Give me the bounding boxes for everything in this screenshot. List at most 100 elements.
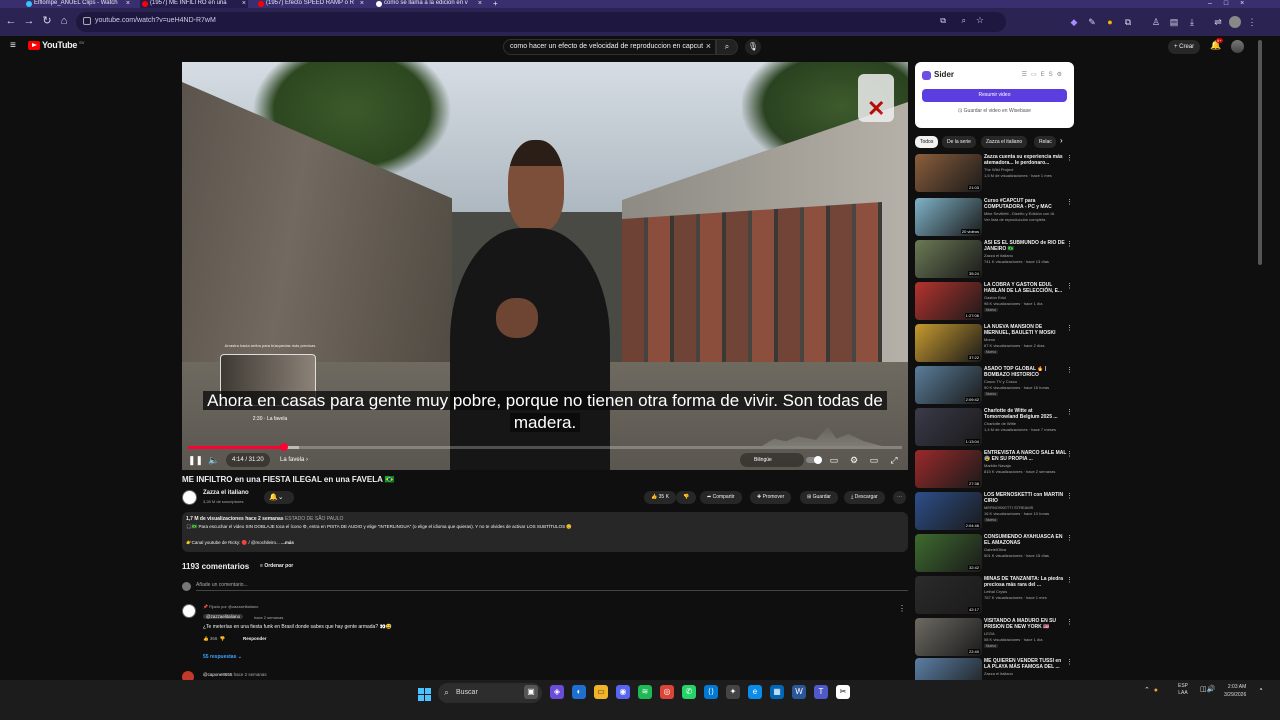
comment-avatar[interactable]	[182, 604, 196, 618]
close-icon[interactable]: ×	[126, 0, 130, 7]
chapter-title[interactable]: La favela ›	[274, 453, 314, 467]
more-options-icon[interactable]: ⋮	[1066, 408, 1073, 416]
recommendation-channel[interactable]: GabrielOliva	[984, 547, 1068, 552]
youtube-logo[interactable]: YouTube SV	[28, 40, 84, 50]
recommendation-channel[interactable]: Zazza el italiano	[984, 671, 1068, 676]
extension-icon[interactable]: ◆	[1068, 16, 1080, 28]
window-controls[interactable]: –□×	[1208, 0, 1278, 8]
recommendation-channel[interactable]: Zazza el italiano	[984, 253, 1068, 258]
video-thumbnail[interactable]: 35:24	[915, 240, 982, 278]
install-icon[interactable]: ⧉	[940, 16, 946, 26]
teams-icon[interactable]: T	[814, 685, 828, 699]
recommendation-item[interactable]: 42:17 MINAS DE TANZANITA: La piedra preci…	[915, 576, 1075, 616]
notification-center-icon[interactable]: ◔	[1258, 685, 1263, 694]
recommendation-channel[interactable]: The Wild Project	[984, 167, 1068, 172]
video-thumbnail[interactable]: 22:40	[915, 618, 982, 656]
download-button[interactable]: ⤓ Descargar	[844, 491, 885, 504]
subtitles-icon[interactable]: ▭	[828, 453, 840, 467]
recommendation-channel[interactable]: Coscu TV y Coscu	[984, 379, 1068, 384]
recommendation-item[interactable]: 22:40 VISITANDO A MADURO EN SU PRISION DE…	[915, 618, 1075, 658]
chip-all[interactable]: Todos	[915, 136, 939, 148]
sort-comments-button[interactable]: ≡ Ordenar por	[260, 563, 293, 569]
view-replies-button[interactable]: 55 respuestas ⌄	[203, 654, 242, 660]
recommendation-item[interactable]: 2:04:46 LOS MERNOSKETTI con MARTIN CIRIO M…	[915, 492, 1075, 532]
recommendation-channel[interactable]: Markito Navaja	[984, 463, 1068, 468]
vscode-icon[interactable]: ⟨⟩	[704, 685, 718, 699]
browser-tab[interactable]: Elflompe_ANUEL Clips - Watch ×	[24, 0, 132, 8]
save-to-wisebase-button[interactable]: ⊡ Guardar el video en Wisebase	[922, 108, 1067, 114]
close-icon[interactable]: ×	[242, 0, 246, 7]
like-button[interactable]: 👍 35 K	[644, 491, 676, 504]
recommendation-item[interactable]: 20 videos Curso #CAPCUT para COMPUTADORA …	[915, 198, 1075, 238]
file-explorer-icon[interactable]: ▭	[594, 685, 608, 699]
video-thumbnail[interactable]: 2:09:42	[915, 366, 982, 404]
address-bar[interactable]: youtube.com/watch?v=ueH4ND-R7wM ⧉ ⌕ ☆	[76, 12, 1006, 32]
video-thumbnail[interactable]: 2:04:46	[915, 492, 982, 530]
menu-kebab-icon[interactable]: ⋮	[1246, 16, 1258, 28]
settings-gear-icon[interactable]: ⚙	[848, 453, 860, 467]
browser-tab[interactable]: (1957) Efecto SPEED RAMP o R ×	[256, 0, 366, 8]
pencil-icon[interactable]: ✎	[1086, 16, 1098, 28]
voice-search-icon[interactable]: 🎙	[745, 39, 761, 55]
network-volume-icons[interactable]: ◫🔊	[1200, 685, 1215, 693]
video-thumbnail[interactable]: 1:27:06	[915, 282, 982, 320]
comment-like-button[interactable]: 👍 366 👎	[203, 636, 225, 642]
more-options-icon[interactable]: ⋮	[1066, 198, 1073, 206]
more-options-icon[interactable]: ⋮	[1066, 450, 1073, 458]
recommendation-channel[interactable]: MERNOSKETTI STREAMS	[984, 505, 1068, 510]
app-icon[interactable]: ◈	[550, 685, 564, 699]
summarize-video-button[interactable]: Resumir video	[922, 89, 1067, 102]
reload-icon[interactable]: ↻	[40, 14, 54, 28]
show-more-link[interactable]: ...más	[281, 540, 294, 545]
more-options-icon[interactable]: ⋮	[1066, 240, 1073, 248]
channel-watermark-logo[interactable]: ✕	[858, 74, 894, 122]
zoom-icon[interactable]: ⌕	[962, 16, 966, 26]
more-options-icon[interactable]: ⋮	[1066, 366, 1073, 374]
add-comment-input[interactable]: Añade un comentario...	[196, 582, 908, 591]
whatsapp-icon[interactable]: ✆	[682, 685, 696, 699]
recommendation-channel[interactable]: Charlotte de Witte	[984, 421, 1068, 426]
pause-icon[interactable]: ❚❚	[188, 453, 203, 467]
more-options-icon[interactable]: ⋮	[1066, 618, 1073, 626]
theater-mode-icon[interactable]: ▭	[868, 453, 880, 467]
tab-search-icon[interactable]: ▤	[1168, 16, 1180, 28]
more-options-icon[interactable]: ⋮	[1066, 282, 1073, 290]
sider-toolbar-icons[interactable]: ☰▭ES⚙	[1022, 71, 1066, 78]
chip-related[interactable]: Relac	[1034, 136, 1056, 148]
recommendation-item[interactable]: 35:24 ASÍ ES EL SUBMUNDO de RIO DE JANEIR…	[915, 240, 1075, 280]
comment-author[interactable]: @capone8655 hace 2 semanas	[203, 672, 267, 677]
app-icon[interactable]: ▦	[770, 685, 784, 699]
video-thumbnail[interactable]: 37:22	[915, 324, 982, 362]
hamburger-menu-icon[interactable]: ≡	[10, 40, 16, 51]
recommendation-item[interactable]: 27:38 ENTREVISTA A NARCO SALE MAL 😰 EN SU…	[915, 450, 1075, 490]
chip-channel[interactable]: Zazza el italiano	[981, 136, 1028, 148]
back-icon[interactable]: ←	[4, 14, 18, 28]
channel-avatar[interactable]	[182, 490, 197, 505]
search-button[interactable]: ⌕	[716, 39, 738, 55]
extension-icon[interactable]: ●	[1104, 16, 1116, 28]
profile-icon[interactable]: ♙	[1150, 16, 1162, 28]
windows-start-icon[interactable]	[418, 688, 432, 702]
more-options-icon[interactable]: ⋮	[1066, 324, 1073, 332]
word-icon[interactable]: W	[792, 685, 806, 699]
site-info-icon[interactable]	[83, 17, 91, 25]
task-view-icon[interactable]: ▣	[524, 685, 538, 699]
search-input[interactable]: como hacer un efecto de velocidad de rep…	[503, 39, 716, 55]
more-options-icon[interactable]: ⋮	[1066, 492, 1073, 500]
promote-button[interactable]: ✚ Promover	[750, 491, 792, 504]
cast-icon[interactable]: ⇌	[1212, 16, 1224, 28]
channel-name[interactable]: Zazza el italiano	[203, 490, 249, 496]
recommendation-item[interactable]: 1:13:04 Charlotte de Witte at Tomorrowlan…	[915, 408, 1075, 448]
recommendation-item[interactable]: 1:27:06 LA COBRA Y GASTÓN EDUL HABLAN DE …	[915, 282, 1075, 322]
browser-tab-active[interactable]: (1957) ME INFILTRO en una ×	[140, 0, 248, 8]
video-thumbnail[interactable]: 27:38	[915, 450, 982, 488]
recommendation-item[interactable]: 21:03 Zazza cuenta su experiencia más ate…	[915, 154, 1075, 194]
chip-series[interactable]: De la serie	[942, 136, 976, 148]
capcut-icon[interactable]: ✂	[836, 685, 850, 699]
description-box[interactable]: 1,7 M de visualizaciones hace 2 semanas …	[182, 512, 908, 552]
more-options-icon[interactable]: ⋮	[1066, 576, 1073, 584]
chrome-icon[interactable]: ◎	[660, 685, 674, 699]
audio-track-button[interactable]: Bilingüe	[740, 453, 804, 467]
browser-tab[interactable]: como se llama a la edicion en v ×	[374, 0, 484, 8]
volume-icon[interactable]: 🔈	[208, 453, 220, 467]
